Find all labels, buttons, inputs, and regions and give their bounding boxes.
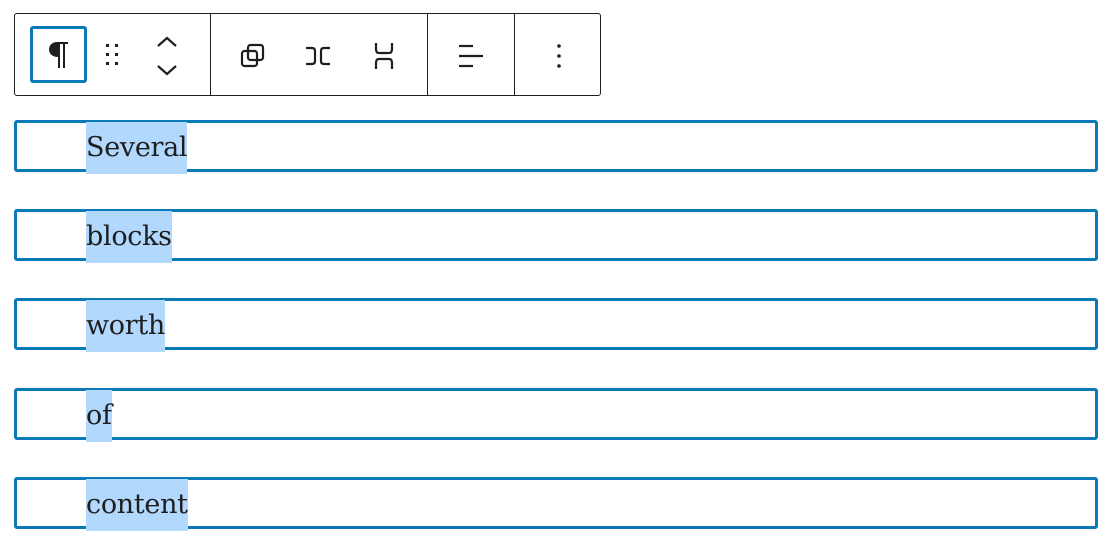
block-text[interactable]: blocks bbox=[86, 211, 172, 263]
align-button[interactable] bbox=[448, 36, 492, 76]
row-icon bbox=[306, 46, 330, 66]
paragraph-block-button[interactable] bbox=[30, 26, 87, 83]
block-toolbar bbox=[14, 13, 601, 96]
toolbar-separator bbox=[210, 14, 211, 95]
paragraph-block[interactable]: of bbox=[14, 388, 1098, 442]
block-text[interactable]: content bbox=[86, 479, 188, 531]
more-options-button[interactable] bbox=[541, 36, 577, 76]
paragraph-block[interactable]: content bbox=[14, 477, 1098, 531]
stack-icon bbox=[374, 43, 394, 69]
align-left-icon bbox=[459, 44, 483, 68]
drag-handle-icon bbox=[106, 44, 118, 65]
toolbar-separator bbox=[514, 14, 515, 95]
row-button[interactable] bbox=[298, 36, 338, 76]
paragraph-block[interactable]: Several bbox=[14, 120, 1098, 174]
more-vertical-icon bbox=[557, 44, 561, 68]
group-button[interactable] bbox=[233, 36, 273, 76]
block-text[interactable]: worth bbox=[86, 300, 165, 352]
paragraph-block[interactable]: worth bbox=[14, 298, 1098, 352]
drag-handle-button[interactable] bbox=[97, 34, 127, 76]
toolbar-separator bbox=[427, 14, 428, 95]
pilcrow-icon bbox=[48, 41, 68, 68]
block-text[interactable]: of bbox=[86, 390, 112, 442]
paragraph-block[interactable]: blocks bbox=[14, 209, 1098, 263]
block-text[interactable]: Several bbox=[86, 122, 188, 174]
move-up-button[interactable] bbox=[149, 30, 185, 52]
group-icon bbox=[240, 43, 265, 68]
chevron-down-icon bbox=[157, 65, 177, 76]
stack-button[interactable] bbox=[364, 36, 404, 76]
chevron-up-icon bbox=[157, 36, 177, 47]
move-down-button[interactable] bbox=[149, 60, 185, 82]
